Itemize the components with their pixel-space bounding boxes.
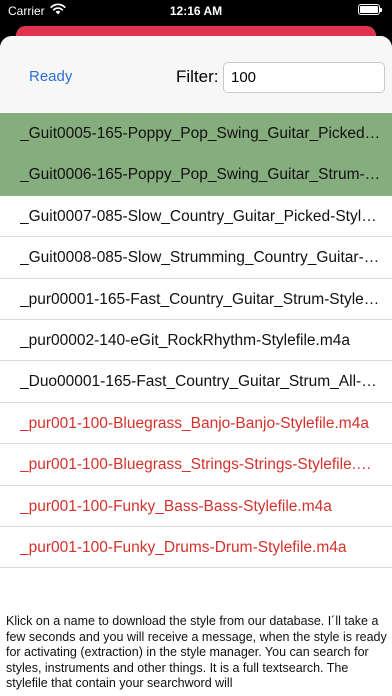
list-item[interactable]: _Guit0008-085-Slow_Strumming_Country_Gui… xyxy=(0,237,392,279)
list-item[interactable]: _Guit0005-165-Poppy_Pop_Swing_Guitar_Pic… xyxy=(0,113,392,155)
list-item[interactable]: _pur001-100-Funky_Drums-Drum-Stylefile.m… xyxy=(0,527,392,568)
list-item-label: _pur001-100-Funky_Bass-Bass-Stylefile.m4… xyxy=(20,497,332,515)
clock: 12:16 AM xyxy=(169,4,223,18)
list-item-label: _Guit0006-165-Poppy_Pop_Swing_Guitar_Str… xyxy=(20,166,382,184)
list-item[interactable]: _Guit0006-165-Poppy_Pop_Swing_Guitar_Str… xyxy=(0,154,392,196)
list-item-label: _pur001-100-Bluegrass_Strings-Strings-St… xyxy=(20,456,382,474)
list-item-label: _pur001-100-Funky_Drums-Drum-Stylefile.m… xyxy=(20,538,347,556)
list-item-label: _Guit0005-165-Poppy_Pop_Swing_Guitar_Pic… xyxy=(20,125,382,142)
style-browser-sheet: Ready Filter: _Guit0005-165-Poppy_Pop_Sw… xyxy=(0,36,392,696)
list-item-label: _Duo00001-165-Fast_Country_Guitar_Strum_… xyxy=(20,373,382,391)
list-item-label: _pur001-100-Bluegrass_Banjo-Banjo-Stylef… xyxy=(20,414,369,432)
list-item-label: _Guit0007-085-Slow_Country_Guitar_Picked… xyxy=(20,207,382,225)
ready-button[interactable]: Ready xyxy=(29,68,72,85)
list-item-label: _Guit0008-085-Slow_Strumming_Country_Gui… xyxy=(20,249,382,267)
list-item-label: _pur00001-165-Fast_Country_Guitar_Strum-… xyxy=(20,290,382,308)
list-item[interactable]: _pur001-100-Funky_Bass-Bass-Stylefile.m4… xyxy=(0,486,392,527)
filter-label: Filter: xyxy=(176,67,219,86)
status-bar: Carrier 12:16 AM xyxy=(0,0,392,24)
list-item[interactable]: _pur00002-140-eGit_RockRhythm-Stylefile.… xyxy=(0,320,392,362)
battery-level xyxy=(360,6,378,13)
list-item[interactable]: _pur001-100-Bluegrass_Banjo-Banjo-Stylef… xyxy=(0,403,392,445)
help-text: Klick on a name to download the style fr… xyxy=(6,614,387,691)
list-item[interactable]: _pur00001-165-Fast_Country_Guitar_Strum-… xyxy=(0,279,392,320)
background-card-header xyxy=(16,26,376,36)
list-item[interactable]: _Guit0007-085-Slow_Country_Guitar_Picked… xyxy=(0,196,392,238)
app-screen: Carrier 12:16 AM Ready Filter: _Guit0005… xyxy=(0,0,392,696)
list-item-label: _pur00002-140-eGit_RockRhythm-Stylefile.… xyxy=(20,331,350,349)
list-item[interactable]: _pur001-100-Bluegrass_Strings-Strings-St… xyxy=(0,444,392,486)
list-item[interactable]: _Duo00001-165-Fast_Country_Guitar_Strum_… xyxy=(0,361,392,403)
style-list[interactable]: _Guit0005-165-Poppy_Pop_Swing_Guitar_Pic… xyxy=(0,113,392,568)
toolbar: Ready Filter: xyxy=(0,36,392,113)
filter-input[interactable] xyxy=(223,62,385,93)
battery-icon xyxy=(358,4,382,15)
